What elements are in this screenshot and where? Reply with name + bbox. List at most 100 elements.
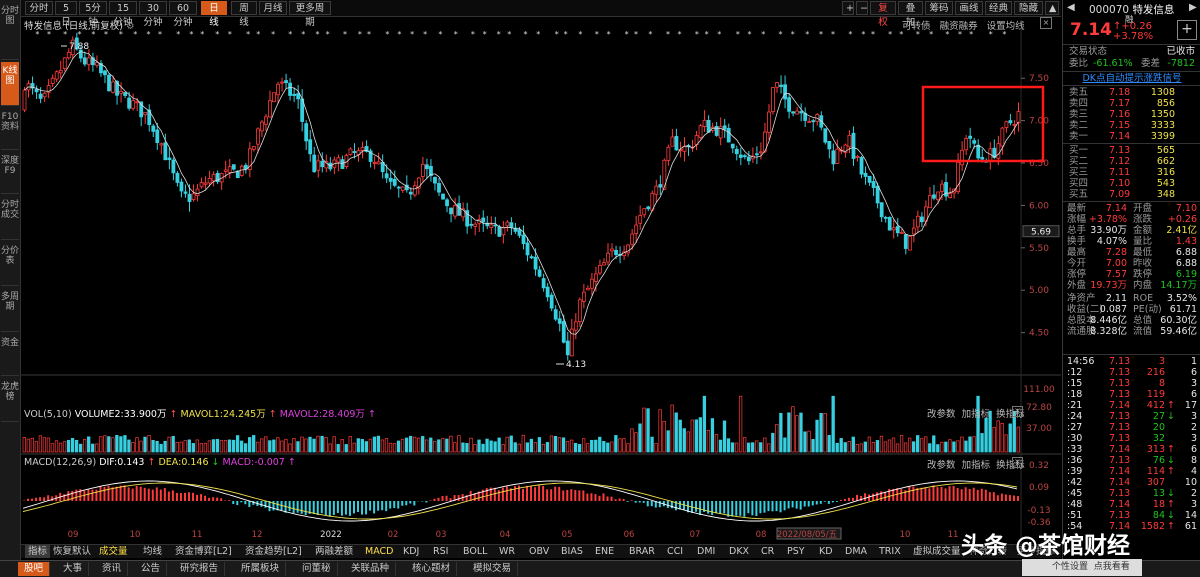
bid-price[interactable]: 7.13 xyxy=(1109,145,1130,156)
event-star-icon[interactable]: * xyxy=(677,30,681,39)
indicator-tab-9[interactable]: RSI xyxy=(433,545,448,558)
close-macd-icon[interactable]: × xyxy=(1012,457,1023,468)
period-tab-6[interactable]: 日线 xyxy=(201,1,227,15)
event-star-icon[interactable]: * xyxy=(969,30,973,39)
toolbar-button-3[interactable]: 叠加 xyxy=(898,1,923,15)
event-star-icon[interactable]: * xyxy=(717,30,721,39)
indicator-tab-21[interactable]: KD xyxy=(819,545,833,558)
event-star-icon[interactable]: * xyxy=(423,30,427,39)
macd-add-indicator[interactable]: 加指标 xyxy=(962,460,991,471)
event-star-icon[interactable]: * xyxy=(246,30,250,39)
left-nav-item-6[interactable]: 多周期 xyxy=(1,288,19,332)
event-star-icon[interactable]: * xyxy=(564,30,568,39)
vol-edit-params[interactable]: 改参数 xyxy=(927,409,956,420)
period-tab-8[interactable]: 月线 xyxy=(259,1,287,15)
toolbar-button-2[interactable]: 复权 xyxy=(870,1,896,15)
indicator-tab-3[interactable]: 均线 xyxy=(143,545,162,558)
left-nav-item-7[interactable]: 资金 xyxy=(1,334,19,376)
indicator-tab-0[interactable]: 指标 xyxy=(25,545,50,558)
toolbar-button-8[interactable]: ▲ xyxy=(1045,1,1059,15)
indicator-tab-23[interactable]: TRIX xyxy=(879,545,901,558)
event-star-icon[interactable]: * xyxy=(761,30,765,39)
period-tab-3[interactable]: 15分钟 xyxy=(109,1,137,15)
event-star-icon[interactable]: * xyxy=(705,30,709,39)
event-star-icon[interactable]: * xyxy=(358,30,362,39)
bottom-nav-6[interactable]: 问董秘 xyxy=(296,562,338,576)
popup-text-2[interactable]: 点我看看 xyxy=(1094,562,1130,572)
event-star-icon[interactable]: * xyxy=(578,30,582,39)
indicator-tab-11[interactable]: WR xyxy=(499,545,515,558)
event-star-icon[interactable]: * xyxy=(367,30,371,39)
bottom-nav-4[interactable]: 研究报告 xyxy=(174,562,225,576)
ask-price[interactable]: 7.17 xyxy=(1109,98,1130,109)
event-star-icon[interactable]: * xyxy=(916,30,920,39)
left-nav-item-2[interactable]: F10资料 xyxy=(1,108,19,150)
indicator-tab-2[interactable]: 成交量 xyxy=(99,545,128,558)
event-star-icon[interactable]: * xyxy=(555,30,559,39)
event-star-icon[interactable]: * xyxy=(791,30,795,39)
event-star-icon[interactable]: * xyxy=(78,30,82,39)
event-star-icon[interactable]: * xyxy=(625,30,629,39)
event-star-icon[interactable]: * xyxy=(47,30,51,39)
event-star-icon[interactable]: * xyxy=(536,30,540,39)
event-star-icon[interactable]: * xyxy=(35,30,39,39)
event-star-icon[interactable]: * xyxy=(256,30,260,39)
event-star-icon[interactable]: * xyxy=(215,30,219,39)
indicator-tab-14[interactable]: ENE xyxy=(595,545,614,558)
event-star-icon[interactable]: * xyxy=(176,30,180,39)
panel-left-arrow-icon[interactable]: ◀ xyxy=(1067,2,1075,13)
left-nav-item-3[interactable]: 深度F9 xyxy=(1,152,19,194)
event-star-icon[interactable]: * xyxy=(63,30,67,39)
event-star-icon[interactable]: * xyxy=(607,30,611,39)
ask-price[interactable]: 7.14 xyxy=(1109,131,1130,142)
event-star-icon[interactable]: * xyxy=(871,30,875,39)
event-star-icon[interactable]: * xyxy=(471,30,475,39)
event-star-icon[interactable]: * xyxy=(648,30,652,39)
indicator-tab-1[interactable]: 恢复默认 xyxy=(53,545,91,558)
bottom-nav-0[interactable]: 股吧 xyxy=(18,562,50,576)
indicator-tab-18[interactable]: DKX xyxy=(729,545,749,558)
ask-price[interactable]: 7.18 xyxy=(1109,87,1130,98)
indicator-tab-5[interactable]: 资金趋势[L2] xyxy=(245,545,302,558)
bid-price[interactable]: 7.11 xyxy=(1109,167,1130,178)
event-star-icon[interactable]: * xyxy=(397,30,401,39)
bottom-nav-3[interactable]: 公告 xyxy=(135,562,167,576)
toolbar-button-7[interactable]: 隐藏 xyxy=(1014,1,1043,15)
event-star-icon[interactable]: * xyxy=(228,30,232,39)
event-star-icon[interactable]: * xyxy=(200,30,204,39)
toolbar-button-0[interactable]: + xyxy=(842,1,854,15)
event-star-icon[interactable]: * xyxy=(158,30,162,39)
left-nav-item-0[interactable]: 分时图 xyxy=(1,2,19,60)
indicator-tab-7[interactable]: MACD xyxy=(365,545,393,558)
left-nav-item-5[interactable]: 分价表 xyxy=(1,242,19,286)
event-star-icon[interactable]: * xyxy=(315,30,319,39)
period-tab-0[interactable]: 分时 xyxy=(25,1,53,15)
event-star-icon[interactable]: * xyxy=(888,30,892,39)
event-star-icon[interactable]: * xyxy=(343,30,347,39)
settings-popup[interactable]: 个性设置 点我看看 xyxy=(1022,559,1142,576)
event-star-icon[interactable]: * xyxy=(454,30,458,39)
toolbar-button-1[interactable]: − xyxy=(856,1,868,15)
indicator-tab-6[interactable]: 两融差额 xyxy=(315,545,353,558)
event-star-icon[interactable]: * xyxy=(507,30,511,39)
event-star-icon[interactable]: * xyxy=(595,30,599,39)
event-star-icon[interactable]: * xyxy=(438,30,442,39)
bottom-nav-2[interactable]: 资讯 xyxy=(96,562,128,576)
close-volume-icon[interactable]: × xyxy=(1012,406,1023,417)
event-star-icon[interactable]: * xyxy=(666,30,670,39)
event-star-icon[interactable]: * xyxy=(326,30,330,39)
event-star-icon[interactable]: * xyxy=(301,30,305,39)
event-star-icon[interactable]: * xyxy=(929,30,933,39)
event-star-icon[interactable]: * xyxy=(989,30,993,39)
indicator-tab-22[interactable]: DMA xyxy=(845,545,867,558)
event-star-icon[interactable]: * xyxy=(271,30,275,39)
event-star-icon[interactable]: * xyxy=(524,30,528,39)
event-star-icon[interactable]: * xyxy=(288,30,292,39)
left-nav-item-1[interactable]: K线图 xyxy=(1,62,19,106)
event-star-icon[interactable]: * xyxy=(736,30,740,39)
toolbar-button-4[interactable]: 筹码 xyxy=(925,1,953,15)
bid-price[interactable]: 7.09 xyxy=(1109,189,1130,200)
bottom-nav-1[interactable]: 大事 xyxy=(57,562,89,576)
event-star-icon[interactable]: * xyxy=(497,30,501,39)
indicator-tab-16[interactable]: CCI xyxy=(667,545,683,558)
